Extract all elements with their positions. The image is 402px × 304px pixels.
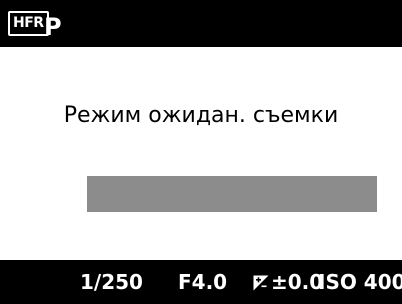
exposure-value: ±0.0 (271, 270, 324, 294)
exposure-compensation-icon (253, 275, 269, 291)
bottom-info-bar: 1/250 F4.0 ±0.0 ISO 400 (0, 260, 402, 304)
iso-value: ISO 400 (318, 270, 402, 294)
standby-status-text: Режим ожидан. съемки (63, 103, 339, 128)
main-screen: Режим ожидан. съемки (0, 47, 402, 260)
progress-bar (87, 176, 377, 212)
hfr-badge: HFR (8, 11, 49, 36)
exposure-compensation: ±0.0 (253, 260, 323, 304)
shutter-speed: 1/250 (80, 270, 143, 294)
top-status-bar: HFR P (0, 0, 402, 47)
aperture-value: F4.0 (178, 270, 228, 294)
shooting-mode: P (44, 13, 62, 41)
